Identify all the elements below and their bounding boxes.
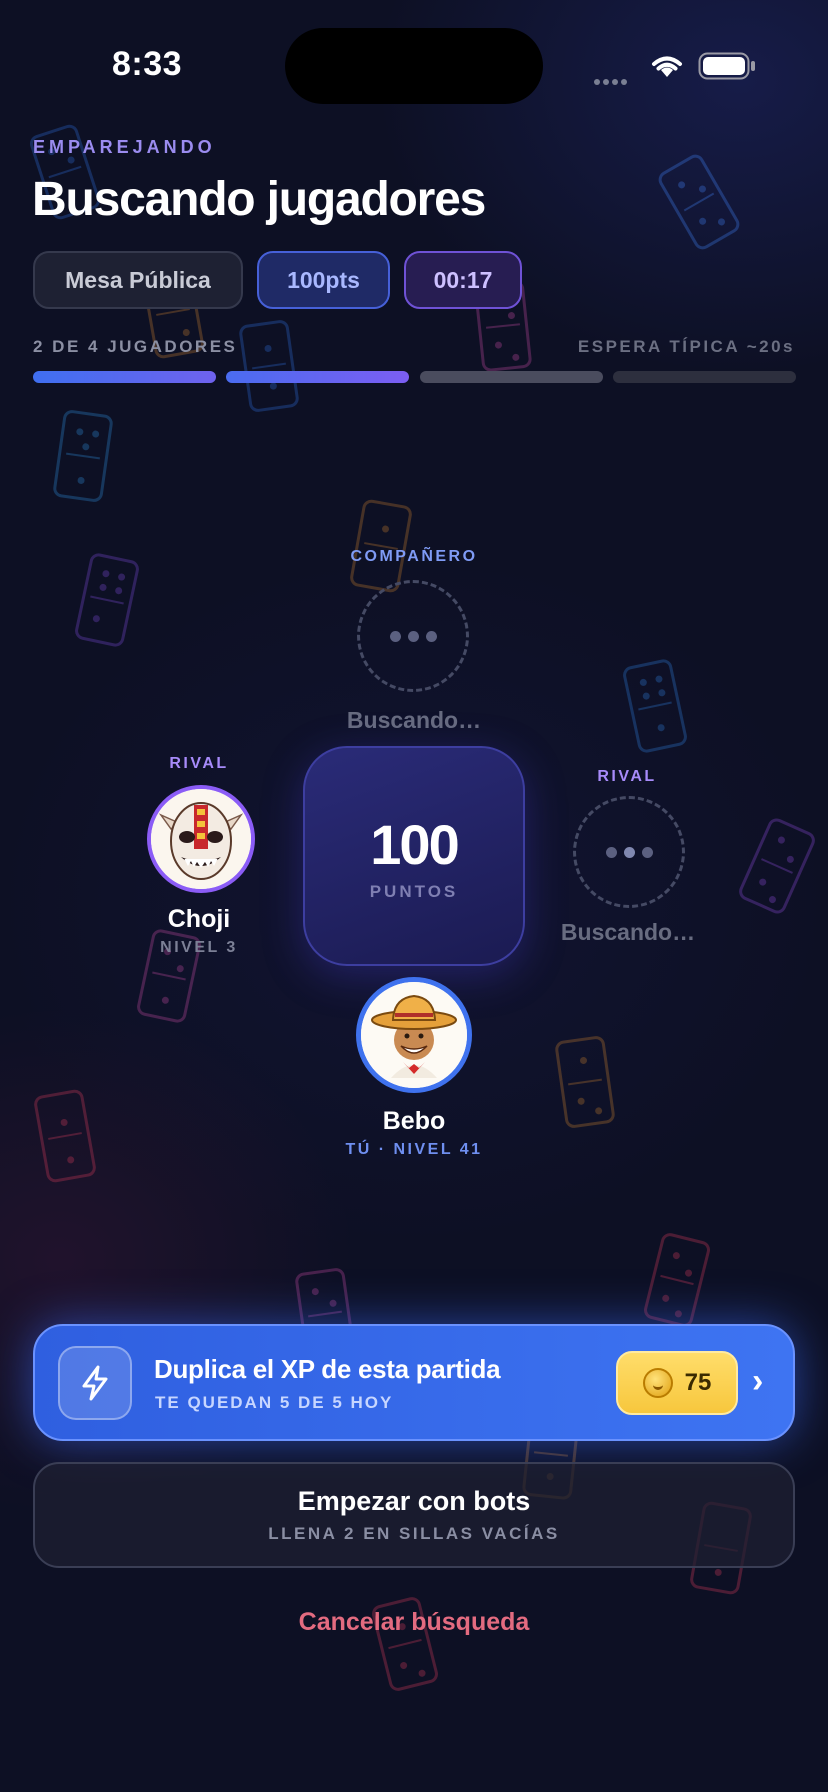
loading-dot: [641, 846, 653, 858]
farmer-avatar-icon: [361, 982, 467, 1088]
progress-segment-filled: [33, 371, 216, 383]
domino-decoration: [655, 151, 743, 253]
status-time: 8:33: [112, 45, 183, 83]
domino-decoration: [73, 551, 141, 649]
right-rival-role-label: RIVAL: [597, 768, 657, 785]
domino-decoration: [348, 498, 414, 594]
partner-role-label: COMPAÑERO: [350, 548, 478, 565]
progress-segment-filled: [226, 371, 409, 383]
coin-icon: [642, 1368, 673, 1398]
points-value: 100: [370, 813, 459, 876]
battery-icon: [698, 52, 755, 80]
choji-avatar[interactable]: [147, 785, 255, 893]
right-rival-empty-seat: [573, 796, 685, 908]
start-with-bots-title: Empezar con bots: [297, 1486, 531, 1516]
partner-empty-seat: [357, 580, 469, 692]
choji-level: NIVEL 3: [160, 939, 238, 956]
domino-decoration: [736, 815, 818, 917]
loading-dot: [605, 846, 617, 858]
domino-decoration: [554, 1034, 616, 1130]
right-rival-searching-text: Buscando…: [560, 919, 696, 945]
timer-chip: 00:17: [404, 251, 522, 309]
coin-cost-value: 75: [684, 1369, 712, 1396]
domino-decoration: [238, 318, 300, 414]
loading-dot: [407, 630, 419, 642]
xp-icon-tile: [58, 1346, 132, 1420]
loading-dot: [389, 630, 401, 642]
wifi-icon: [652, 56, 682, 77]
points-chip: 100pts: [257, 251, 390, 309]
left-rival-role-label: RIVAL: [169, 755, 229, 772]
mask-avatar-icon: [151, 789, 251, 889]
loading-dot: [425, 630, 437, 642]
cancel-search-button[interactable]: Cancelar búsqueda: [214, 1608, 614, 1637]
progress-segment-empty: [420, 371, 603, 383]
dynamic-island: [285, 28, 543, 104]
cellular-signal-icon: [594, 72, 630, 90]
bebo-name: Bebo: [382, 1107, 446, 1135]
lightning-icon: [82, 1365, 108, 1401]
bebo-avatar[interactable]: [356, 977, 472, 1093]
points-label: PUNTOS: [369, 882, 459, 901]
table-type-chip: Mesa Pública: [33, 251, 243, 309]
domino-decoration: [52, 408, 114, 504]
bebo-level: TÚ · NIVEL 41: [345, 1141, 483, 1158]
choji-name: Choji: [167, 905, 231, 933]
typical-wait: ESPERA TÍPICA ~20s: [577, 337, 795, 356]
domino-decoration: [621, 657, 689, 755]
double-xp-title: Duplica el XP de esta partida: [154, 1354, 501, 1384]
start-with-bots-subtitle: LLENA 2 EN SILLAS VACÍAS: [268, 1524, 560, 1543]
loading-dot: [623, 846, 635, 858]
double-xp-subtitle: TE QUEDAN 5 DE 5 HOY: [155, 1393, 394, 1412]
players-count: 2 DE 4 JUGADORES: [33, 337, 238, 356]
page-title: Buscando jugadores: [32, 173, 486, 226]
domino-decoration: [32, 1088, 98, 1184]
chevron-right-icon: ›: [752, 1362, 764, 1400]
coin-cost-pill[interactable]: 75: [616, 1351, 738, 1415]
partner-searching-text: Buscando…: [346, 707, 482, 733]
progress-segment-empty: [613, 371, 796, 383]
domino-decoration: [642, 1231, 712, 1329]
matching-eyebrow: EMPAREJANDO: [33, 137, 216, 157]
